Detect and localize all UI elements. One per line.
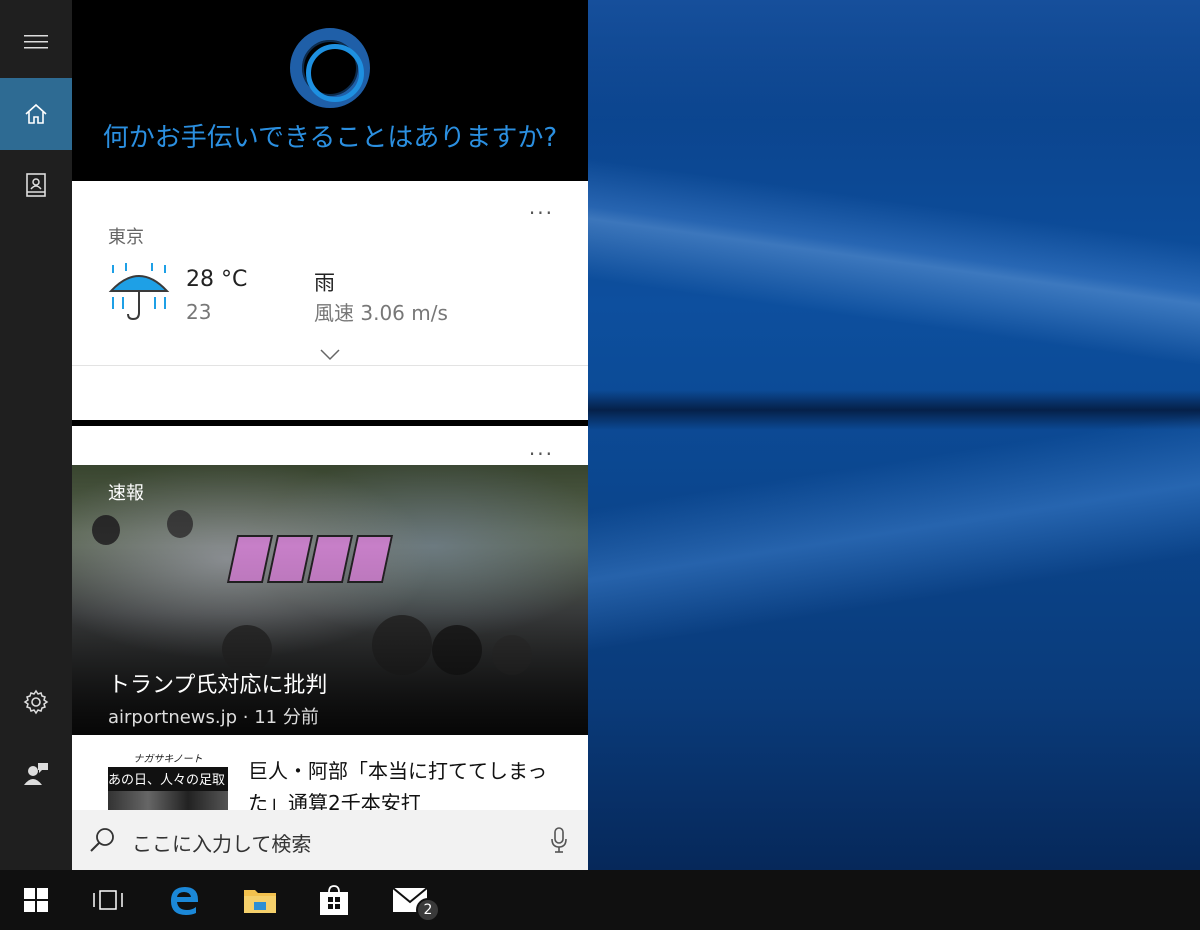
wallpaper-light xyxy=(588,0,1200,120)
weather-temperature: 28 °C xyxy=(186,267,248,292)
edge-browser-button[interactable] xyxy=(148,870,220,930)
notebook-button[interactable] xyxy=(0,150,72,222)
story-thumbnail-text: あの日、人々の足取 xyxy=(108,773,226,788)
news-source: airportnews.jp · 11 分前 xyxy=(108,707,319,728)
edge-icon xyxy=(171,887,198,915)
weather-wind: 風速 3.06 m/s xyxy=(314,301,448,325)
story-title-line: 巨人・阿部「本当に打ててしまっ xyxy=(248,759,548,783)
desktop-wallpaper xyxy=(588,0,1200,870)
wallpaper-light xyxy=(588,395,1200,660)
hamburger-menu-button[interactable] xyxy=(0,6,72,78)
feedback-person-icon xyxy=(24,763,48,785)
home-icon xyxy=(25,103,47,124)
news-badge: 速報 xyxy=(108,483,144,504)
microphone-icon[interactable] xyxy=(550,826,568,854)
wallpaper-shadow xyxy=(588,390,1200,430)
taskbar: 2 xyxy=(0,870,1200,930)
weather-card-more-button[interactable]: ... xyxy=(529,197,554,217)
store-button[interactable] xyxy=(298,870,370,930)
card-divider xyxy=(72,365,588,366)
feedback-button[interactable] xyxy=(0,738,72,810)
file-explorer-button[interactable] xyxy=(224,870,296,930)
hamburger-icon xyxy=(24,35,48,49)
news-hero-image[interactable]: 速報 トランプ氏対応に批判 airportnews.jp · 11 分前 xyxy=(72,465,588,735)
settings-button[interactable] xyxy=(0,666,72,738)
store-bag-icon xyxy=(320,885,348,915)
task-view-button[interactable] xyxy=(72,870,144,930)
cortana-header: 何かお手伝いできることはありますか? xyxy=(72,0,588,180)
cortana-panel: 何かお手伝いできることはありますか? ... 東京 28 °C 23 雨 風速 … xyxy=(72,0,588,870)
news-card: ... 速報 トランプ氏対応に批判 airportnews.jp · 11 分前… xyxy=(72,426,588,870)
search-icon xyxy=(90,828,114,852)
wallpaper-light xyxy=(588,150,1200,381)
story-thumbnail-header: ナガサキノート xyxy=(108,753,228,767)
cortana-logo-icon xyxy=(290,28,370,108)
windows-logo-icon xyxy=(24,888,48,912)
chevron-down-icon[interactable] xyxy=(320,349,340,361)
cortana-nav-rail xyxy=(0,0,72,870)
news-headline[interactable]: トランプ氏対応に批判 xyxy=(108,667,327,699)
mail-unread-badge: 2 xyxy=(416,898,440,922)
start-button[interactable] xyxy=(0,870,72,930)
task-view-icon xyxy=(93,890,123,910)
gear-icon xyxy=(23,689,49,715)
search-input[interactable]: ここに入力して検索 xyxy=(132,828,311,857)
notebook-icon xyxy=(26,173,46,197)
umbrella-rain-icon xyxy=(108,263,170,321)
weather-city: 東京 xyxy=(108,227,144,248)
news-card-more-button[interactable]: ... xyxy=(529,438,554,458)
weather-low-temperature: 23 xyxy=(186,300,212,324)
taskbar-search-box[interactable]: ここに入力して検索 xyxy=(72,810,588,870)
cortana-greeting: 何かお手伝いできることはありますか? xyxy=(102,123,558,153)
home-button[interactable] xyxy=(0,78,72,150)
folder-icon xyxy=(244,890,276,913)
weather-condition: 雨 xyxy=(314,271,335,295)
weather-card[interactable]: ... 東京 28 °C 23 雨 風速 3.06 m/s xyxy=(72,181,588,420)
